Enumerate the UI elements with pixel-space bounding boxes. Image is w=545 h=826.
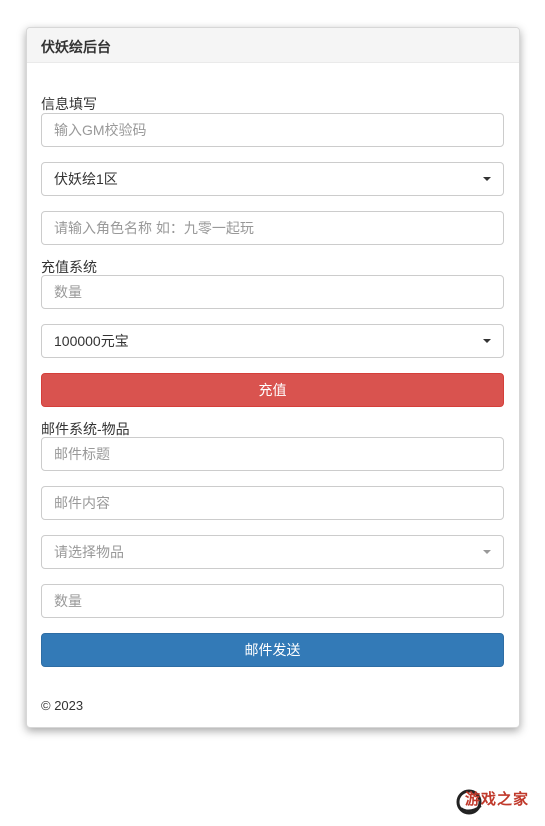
recharge-amount-placeholder: 数量: [54, 284, 82, 300]
copyright: © 2023: [41, 698, 84, 713]
recharge-section-label: 充值系统: [41, 259, 97, 275]
chevron-down-icon: [483, 550, 491, 554]
item-select[interactable]: 请选择物品: [41, 535, 504, 569]
role-name-placeholder: 请输入角色名称 如：九零一起玩: [54, 220, 254, 236]
watermark-text: 游戏之家: [465, 790, 530, 808]
mail-send-button[interactable]: 邮件发送: [41, 633, 504, 667]
server-select-value: 伏妖绘1区: [54, 171, 118, 187]
gm-code-placeholder: 输入GM校验码: [54, 122, 147, 138]
chevron-down-icon: [483, 339, 491, 343]
info-section-label: 信息填写: [41, 96, 97, 112]
role-name-input[interactable]: 请输入角色名称 如：九零一起玩: [41, 211, 504, 245]
mail-title-input[interactable]: 邮件标题: [41, 437, 504, 471]
recharge-button[interactable]: 充值: [41, 373, 504, 407]
package-select[interactable]: 100000元宝: [41, 324, 504, 358]
mail-title-placeholder: 邮件标题: [54, 446, 110, 462]
mail-content-input[interactable]: 邮件内容: [41, 486, 504, 520]
chevron-down-icon: [483, 177, 491, 181]
admin-panel: 伏妖绘后台 信息填写 输入GM校验码 伏妖绘1区 请输入角色名称 如：九零一起玩…: [26, 27, 520, 728]
mail-quantity-input[interactable]: 数量: [41, 584, 504, 618]
panel-title: 伏妖绘后台: [27, 28, 519, 63]
site-watermark-logo: 游戏之家: [455, 780, 535, 818]
package-select-value: 100000元宝: [54, 333, 129, 349]
mail-quantity-placeholder: 数量: [54, 593, 82, 609]
recharge-amount-input[interactable]: 数量: [41, 275, 504, 309]
mail-section-label: 邮件系统-物品: [41, 421, 130, 437]
server-select[interactable]: 伏妖绘1区: [41, 162, 504, 196]
mail-content-placeholder: 邮件内容: [54, 495, 110, 511]
item-select-placeholder: 请选择物品: [54, 544, 124, 560]
gm-code-input[interactable]: 输入GM校验码: [41, 113, 504, 147]
